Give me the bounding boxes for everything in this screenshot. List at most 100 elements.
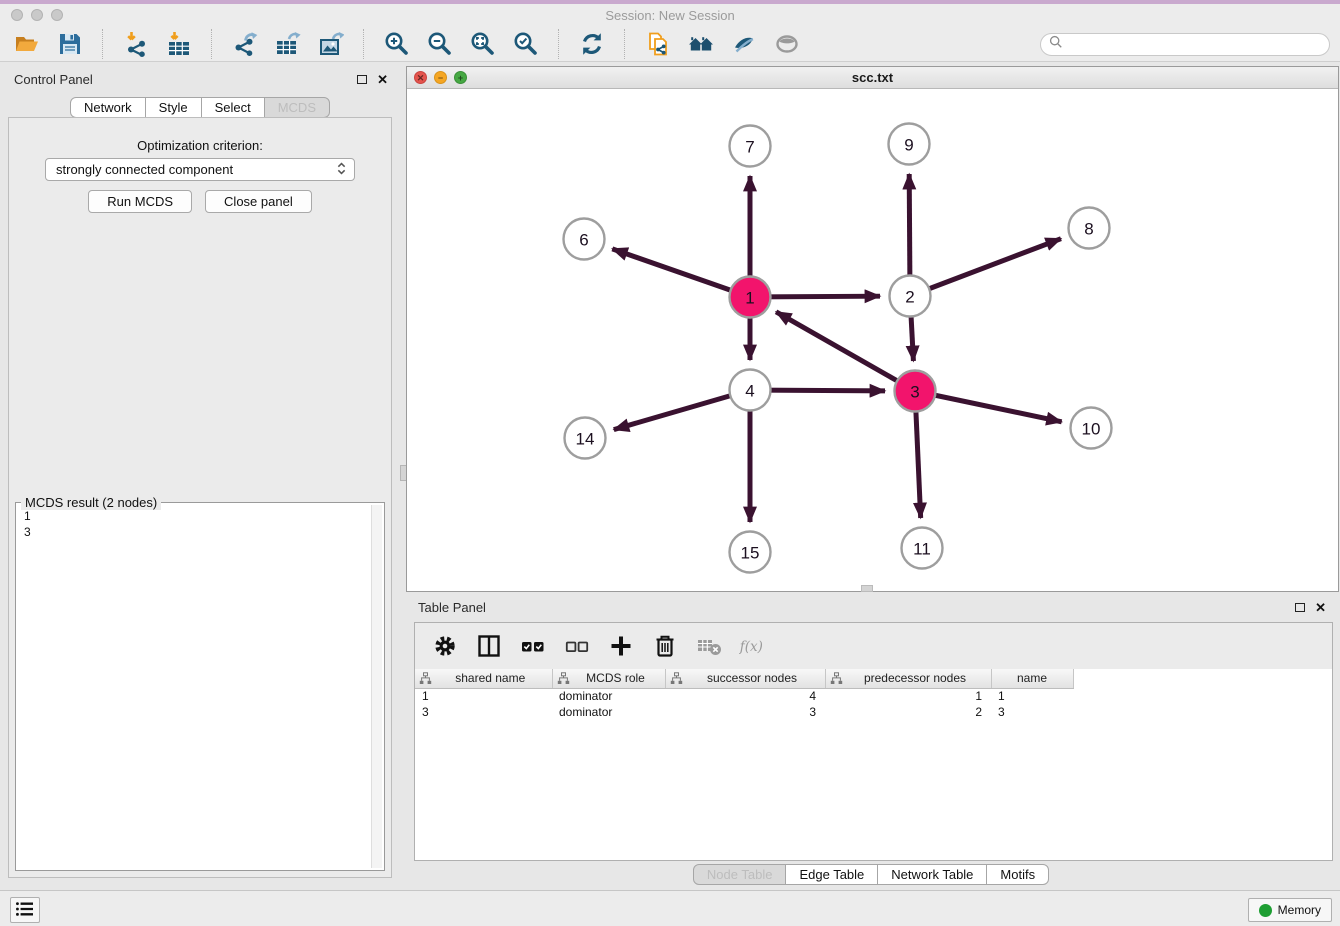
result-scrollbar[interactable]: [371, 505, 382, 868]
close-network-button[interactable]: ✕: [414, 71, 427, 84]
tab-network[interactable]: Network: [70, 97, 146, 118]
table-tab-node-table[interactable]: Node Table: [693, 864, 787, 885]
mcds-result-list[interactable]: 13: [20, 506, 368, 867]
home-icon[interactable]: [687, 31, 714, 58]
minimize-window-button[interactable]: [31, 9, 43, 21]
open-session-icon[interactable]: [13, 31, 40, 58]
column-header-successor-nodes[interactable]: successor nodes: [665, 669, 825, 688]
graph-node-label: 11: [913, 540, 931, 559]
float-table-panel-icon[interactable]: [1295, 603, 1305, 612]
zoom-selected-icon[interactable]: [512, 31, 539, 58]
graph-node-7[interactable]: 7: [730, 126, 771, 167]
graph-node-11[interactable]: 11: [902, 528, 943, 569]
control-panel: Control Panel ✕ NetworkStyleSelectMCDS O…: [0, 62, 400, 890]
table-cell[interactable]: 1: [825, 688, 991, 704]
column-header-shared-name[interactable]: shared name: [415, 669, 552, 688]
delete-column-icon[interactable]: [651, 633, 678, 660]
main-content: Control Panel ✕ NetworkStyleSelectMCDS O…: [0, 62, 1340, 890]
close-table-panel-icon[interactable]: ✕: [1315, 602, 1326, 614]
graph-node-1[interactable]: 1: [730, 277, 771, 318]
graph-node-6[interactable]: 6: [564, 219, 605, 260]
split-panel-icon[interactable]: [475, 633, 502, 660]
search-box[interactable]: [1040, 33, 1330, 56]
tab-mcds[interactable]: MCDS: [264, 97, 330, 118]
table-cell[interactable]: 3: [415, 704, 552, 720]
export-image-icon[interactable]: [317, 31, 344, 58]
select-all-icon[interactable]: [519, 633, 546, 660]
tab-style[interactable]: Style: [145, 97, 202, 118]
toolbar-separator: [363, 29, 364, 59]
table-cell[interactable]: 3: [991, 704, 1073, 720]
graph-edge-3-10[interactable]: [915, 391, 1062, 422]
table-cell[interactable]: 3: [665, 704, 825, 720]
graph-edge-3-1[interactable]: [776, 312, 915, 391]
column-header-predecessor-nodes[interactable]: predecessor nodes: [825, 669, 991, 688]
column-header-mcds-role[interactable]: MCDS role: [552, 669, 665, 688]
control-panel-tabs: NetworkStyleSelectMCDS: [0, 97, 400, 118]
export-table-icon[interactable]: [274, 31, 301, 58]
network-graph-canvas[interactable]: 7 9 6 8 1 2 4 3 14 10 15 11: [407, 89, 1338, 591]
graph-node-10[interactable]: 10: [1071, 408, 1112, 449]
dropdown-value: strongly connected component: [56, 162, 337, 177]
float-panel-icon[interactable]: [357, 75, 367, 84]
export-network-icon[interactable]: [231, 31, 258, 58]
graph-node-label: 9: [904, 136, 913, 155]
close-window-button[interactable]: [11, 9, 23, 21]
zoom-window-button[interactable]: [51, 9, 63, 21]
table-cell[interactable]: 1: [415, 688, 552, 704]
graph-edge-2-8[interactable]: [910, 239, 1061, 296]
column-label: predecessor nodes: [864, 671, 966, 685]
table-cell[interactable]: 4: [665, 688, 825, 704]
import-network-icon[interactable]: [122, 31, 149, 58]
table-tab-edge-table[interactable]: Edge Table: [785, 864, 878, 885]
minimize-network-button[interactable]: −: [434, 71, 447, 84]
graph-node-8[interactable]: 8: [1069, 208, 1110, 249]
graphics-details-icon[interactable]: [730, 31, 757, 58]
maximize-network-button[interactable]: +: [454, 71, 467, 84]
column-header-name[interactable]: name: [991, 669, 1073, 688]
optimization-criterion-select[interactable]: strongly connected component: [45, 158, 355, 181]
mcds-panel: Optimization criterion: strongly connect…: [8, 117, 392, 878]
zoom-in-icon[interactable]: [383, 31, 410, 58]
table-cell[interactable]: dominator: [552, 704, 665, 720]
column-label: shared name: [455, 671, 525, 685]
graph-node-label: 6: [579, 231, 588, 250]
search-input[interactable]: [1063, 35, 1329, 54]
zoom-fit-icon[interactable]: [469, 31, 496, 58]
refresh-icon[interactable]: [578, 31, 605, 58]
graph-node-label: 2: [905, 288, 914, 307]
graph-node-15[interactable]: 15: [730, 532, 771, 573]
add-column-icon[interactable]: [607, 633, 634, 660]
dropdown-stepper-icon: [337, 161, 346, 179]
control-panel-title: Control Panel: [14, 72, 93, 87]
graph-node-2[interactable]: 2: [890, 276, 931, 317]
close-panel-icon[interactable]: ✕: [377, 74, 388, 86]
table-panel-title: Table Panel: [418, 600, 486, 615]
graph-node-4[interactable]: 4: [730, 370, 771, 411]
table-tab-motifs[interactable]: Motifs: [986, 864, 1049, 885]
network-view-window: ✕ − + scc.txt 7968124314101511: [406, 66, 1339, 592]
tab-select[interactable]: Select: [201, 97, 265, 118]
graph-edge-1-6[interactable]: [612, 249, 750, 297]
import-table-icon[interactable]: [165, 31, 192, 58]
toolbar-separator: [211, 29, 212, 59]
graph-node-3[interactable]: 3: [895, 371, 936, 412]
task-history-button[interactable]: [10, 897, 40, 923]
zoom-out-icon[interactable]: [426, 31, 453, 58]
table-cell[interactable]: dominator: [552, 688, 665, 704]
deselect-all-icon[interactable]: [563, 633, 590, 660]
window-title: Session: New Session: [0, 4, 1340, 27]
graph-node-9[interactable]: 9: [889, 124, 930, 165]
table-cell[interactable]: 1: [991, 688, 1073, 704]
horizontal-split-handle[interactable]: [861, 585, 873, 592]
memory-button[interactable]: Memory: [1248, 898, 1332, 922]
graph-node-14[interactable]: 14: [565, 418, 606, 459]
settings-icon[interactable]: [431, 633, 458, 660]
table-cell[interactable]: 2: [825, 704, 991, 720]
save-session-icon[interactable]: [56, 31, 83, 58]
table-tab-network-table[interactable]: Network Table: [877, 864, 987, 885]
run-mcds-button[interactable]: Run MCDS: [88, 190, 192, 213]
table-toolbar: f(x): [415, 623, 1332, 669]
close-panel-button[interactable]: Close panel: [205, 190, 312, 213]
clone-network-icon[interactable]: [644, 31, 671, 58]
